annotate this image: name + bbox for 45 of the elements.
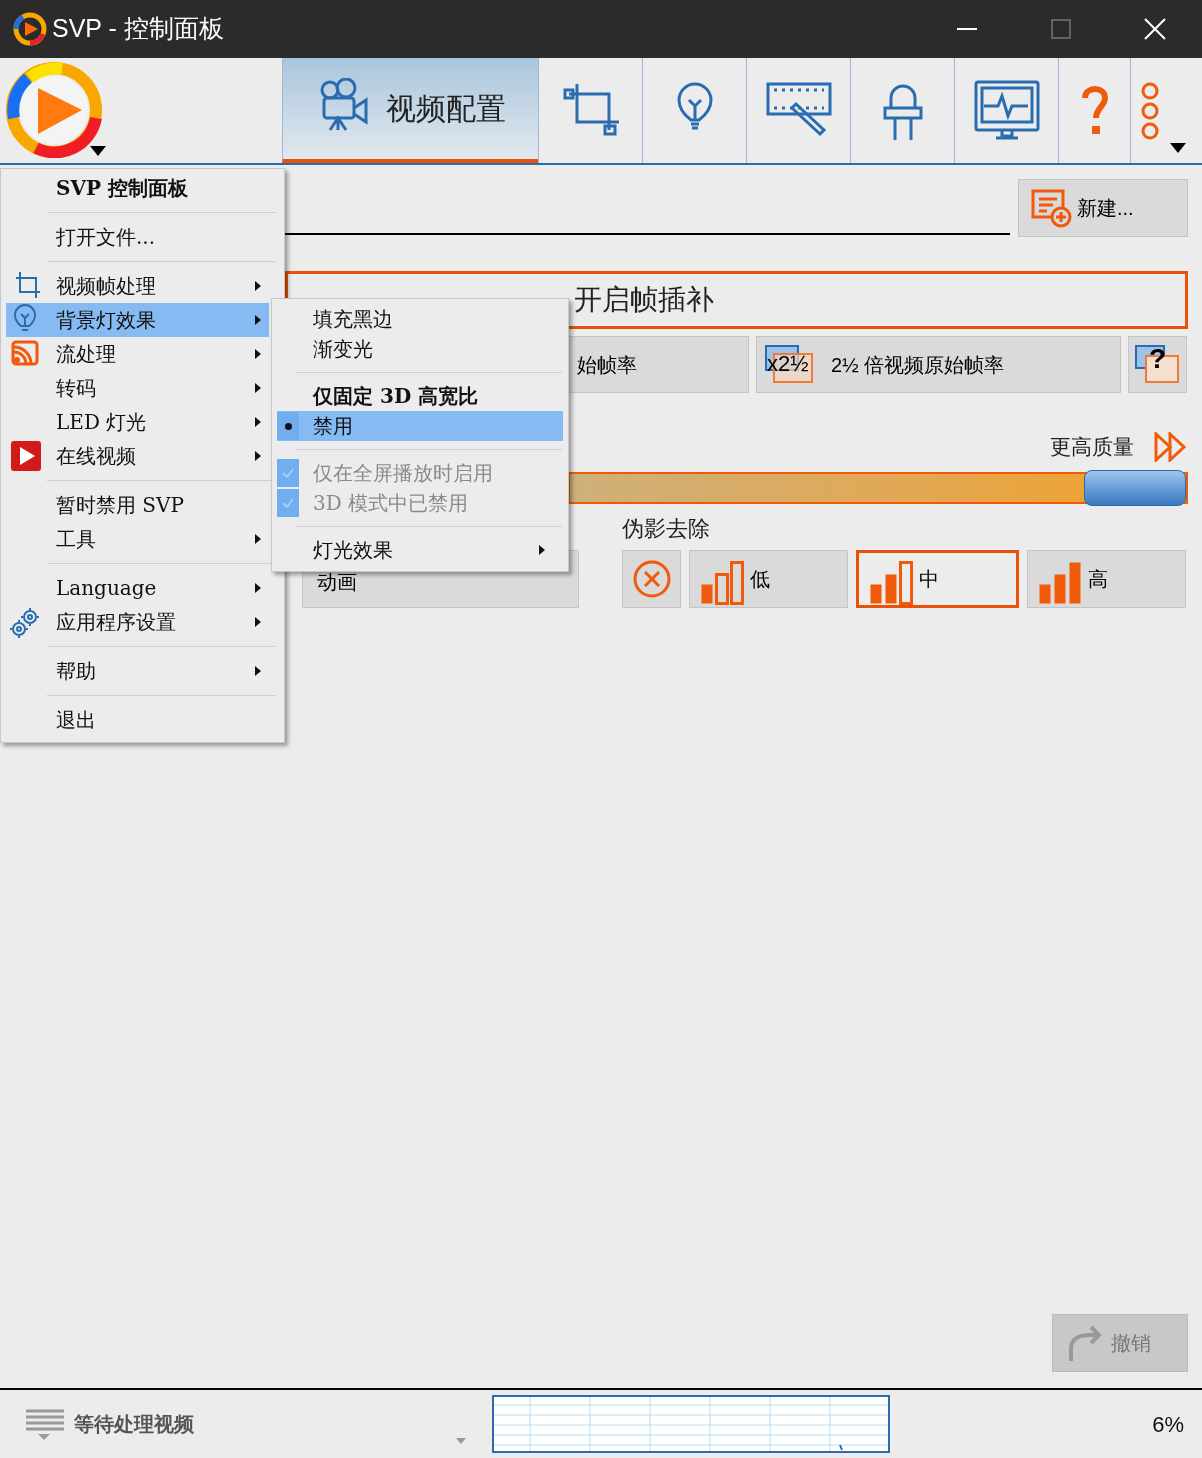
menu-item[interactable]: 流处理 [6, 337, 269, 371]
menu-item[interactable]: 渐变光 [277, 334, 563, 364]
artifacts-level-button[interactable]: 高 [1027, 550, 1186, 608]
quality-slider[interactable] [568, 472, 1188, 504]
monitor-pulse-icon [973, 79, 1040, 142]
check-icon [282, 498, 294, 508]
framerate-button[interactable]: 始帧率 [568, 336, 749, 393]
check-icon [282, 468, 294, 478]
more-icon [1139, 81, 1160, 140]
artifacts-label: 伪影去除 [622, 514, 710, 543]
menu-item[interactable]: 工具 [6, 522, 269, 556]
menu-item[interactable]: 退出 [6, 703, 269, 737]
menu-item[interactable]: 仅固定 3D 高宽比 [277, 381, 563, 411]
menu-item[interactable]: 应用程序设置 [6, 605, 269, 639]
artifacts-level-button[interactable]: 中 [856, 550, 1019, 608]
slider-thumb[interactable] [1084, 470, 1186, 506]
artifacts-level-button[interactable]: 低 [689, 550, 848, 608]
app-logo-icon [13, 12, 47, 46]
menu-item[interactable]: LED 灯光 [6, 405, 269, 439]
toolbar-tab[interactable]: 视频配置 [282, 58, 538, 163]
maximize-icon[interactable] [1051, 19, 1071, 39]
list-add-icon [1031, 187, 1073, 229]
window-title: SVP - 控制面板 [52, 13, 224, 45]
new-button[interactable]: 新建... [1018, 179, 1188, 237]
menu-item[interactable]: 帮助 [6, 654, 269, 688]
menu-item[interactable]: 转码 [6, 371, 269, 405]
menu-item[interactable]: 打开文件... [6, 220, 269, 254]
close-icon[interactable] [1144, 18, 1166, 40]
usage-percent: 6% [1152, 1410, 1184, 1439]
menu-item[interactable]: 暂时禁用 SVP [6, 488, 269, 522]
dropdown-caret-icon [456, 1438, 467, 1444]
dropdown-caret-icon [1169, 143, 1186, 153]
menu-item[interactable]: 禁用 [277, 411, 563, 441]
menu-item[interactable]: 背景灯效果 [6, 303, 269, 337]
quality-label: 更高质量 [1050, 434, 1134, 461]
status-text: 等待处理视频 [74, 1412, 194, 1437]
menu-item[interactable]: 视频帧处理 [6, 269, 269, 303]
list-icon [24, 1407, 66, 1441]
fast-forward-icon [1154, 432, 1188, 462]
menu-item[interactable]: SVP 控制面板 [6, 171, 269, 205]
artifacts-off-button[interactable] [622, 550, 681, 608]
cancel-icon [631, 559, 672, 599]
app-logo-button[interactable] [6, 62, 106, 158]
menu-item[interactable]: 在线视频 [6, 439, 269, 473]
menu-item[interactable]: Language [6, 571, 269, 605]
